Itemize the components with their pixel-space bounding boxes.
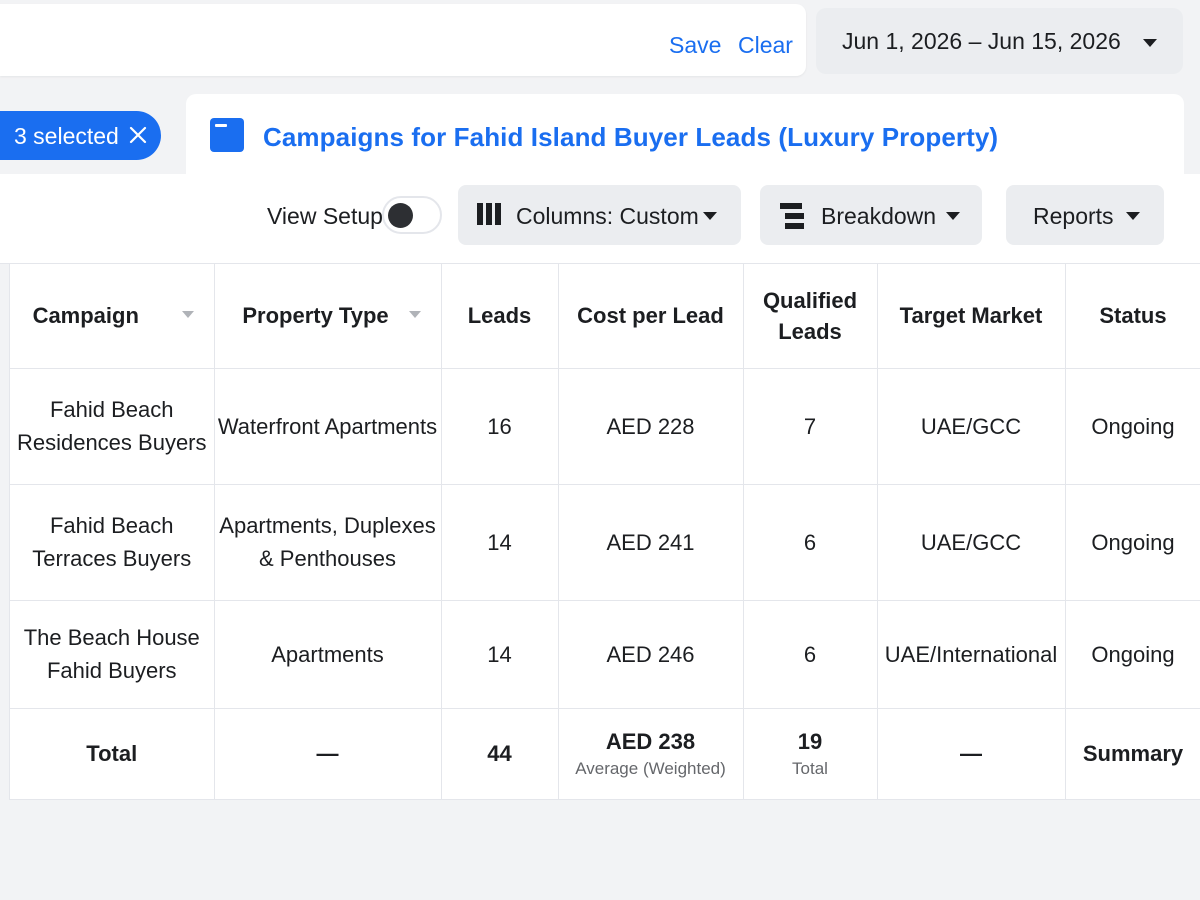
cell-campaign: The Beach House Fahid Buyers <box>10 600 215 709</box>
total-property-type: — <box>214 708 442 800</box>
table-header-row: Campaign Property Type Leads Cost per Le… <box>10 264 1200 369</box>
reports-button[interactable]: Reports <box>1006 185 1164 245</box>
column-header-cost-per-lead[interactable]: Cost per Lead <box>558 264 744 369</box>
cell-campaign: Fahid Beach Terraces Buyers <box>10 484 215 601</box>
chevron-down-icon <box>1126 212 1140 220</box>
column-header-label: Leads <box>778 318 842 344</box>
cell-status: Ongoing <box>1065 484 1200 601</box>
date-range-text: Jun 1, 2026 – Jun 15, 2026 <box>842 28 1121 54</box>
folder-icon <box>210 118 244 152</box>
cell-property-type: Waterfront Apartments <box>214 368 442 485</box>
column-header-property-type[interactable]: Property Type <box>214 264 442 369</box>
columns-icon <box>477 203 501 225</box>
view-setup-label: View Setup <box>267 203 383 229</box>
chevron-down-icon <box>703 212 717 220</box>
close-icon[interactable] <box>128 123 148 147</box>
cell-property-type: Apartments, Duplexes & Penthouses <box>214 484 442 601</box>
columns-label: Columns: Custom <box>516 203 699 229</box>
selection-pill[interactable]: 3 selected <box>0 111 161 160</box>
table-row[interactable]: The Beach House Fahid Buyers Apartments … <box>10 600 1200 709</box>
column-header-target-market[interactable]: Target Market <box>877 264 1066 369</box>
column-header-label: Campaign <box>32 303 139 329</box>
column-header-qualified-leads[interactable]: Qualified Leads <box>743 264 878 369</box>
cell-text: Apartments, Duplexes <box>219 513 436 538</box>
total-leads: 44 <box>441 708 559 800</box>
column-header-label: Target Market <box>899 303 1043 329</box>
date-range-picker[interactable]: Jun 1, 2026 – Jun 15, 2026 <box>816 8 1183 74</box>
toggle-knob <box>388 203 413 228</box>
table-row[interactable]: Fahid Beach Residences Buyers Waterfront… <box>10 368 1200 485</box>
column-header-campaign[interactable]: Campaign <box>10 264 215 369</box>
cell-cost-per-lead: AED 241 <box>558 484 744 601</box>
cell-text: Waterfront Apartments <box>217 413 438 439</box>
campaign-group-title[interactable]: Campaigns for Fahid Island Buyer Leads (… <box>263 122 998 153</box>
column-header-label: Cost per Lead <box>577 303 724 329</box>
column-header-label: Property Type <box>242 303 389 329</box>
cell-target-market: UAE/International <box>877 600 1066 709</box>
selection-count: 3 selected <box>14 123 119 149</box>
breakdown-label: Breakdown <box>821 203 937 229</box>
cell-qualified-leads: 7 <box>743 368 878 485</box>
clear-button[interactable]: Clear <box>738 32 793 59</box>
sort-caret-icon[interactable] <box>408 311 421 318</box>
top-toolbar: Save Clear <box>0 4 806 76</box>
columns-button[interactable]: Columns: Custom <box>458 185 741 245</box>
total-cost-value: AED 238 <box>605 728 696 754</box>
table-row[interactable]: Fahid Beach Terraces Buyers Apartments, … <box>10 484 1200 601</box>
total-cost-note: Average (Weighted) <box>575 758 726 778</box>
total-status: Summary <box>1065 708 1200 800</box>
sort-caret-icon[interactable] <box>182 311 194 318</box>
cell-property-type: Apartments <box>214 600 442 709</box>
total-cost-per-lead: AED 238 Average (Weighted) <box>558 708 744 800</box>
cell-target-market: UAE/GCC <box>877 484 1066 601</box>
total-qualified-leads: 19 Total <box>743 708 878 800</box>
cell-status: Ongoing <box>1065 600 1200 709</box>
campaign-group-header: Campaigns for Fahid Island Buyer Leads (… <box>186 94 1184 174</box>
cell-status: Ongoing <box>1065 368 1200 485</box>
cell-cost-per-lead: AED 228 <box>558 368 744 485</box>
cell-target-market: UAE/GCC <box>877 368 1066 485</box>
chevron-down-icon <box>1143 39 1157 47</box>
view-setup-toggle[interactable] <box>382 196 442 234</box>
table-total-row: Total — 44 AED 238 Average (Weighted) 19… <box>10 708 1200 800</box>
column-header-status[interactable]: Status <box>1065 264 1200 369</box>
reports-label: Reports <box>1033 203 1114 229</box>
total-qualified-value: 19 <box>797 728 823 754</box>
save-button[interactable]: Save <box>669 32 721 59</box>
cell-text: Fahid Buyers <box>46 658 177 683</box>
cell-cost-per-lead: AED 246 <box>558 600 744 709</box>
cell-leads: 14 <box>441 484 559 601</box>
column-header-label: Qualified <box>762 287 858 313</box>
cell-text: Terraces Buyers <box>32 546 192 571</box>
cell-text: The Beach House <box>23 625 200 650</box>
breakdown-button[interactable]: Breakdown <box>760 185 982 245</box>
column-header-label: Leads <box>467 303 532 329</box>
campaign-data-table: Campaign Property Type Leads Cost per Le… <box>10 264 1200 800</box>
cell-leads: 14 <box>441 600 559 709</box>
cell-text: Fahid Beach <box>49 513 174 538</box>
table-controls: View Setup Columns: Custom Breakdown Rep… <box>0 174 1200 264</box>
cell-qualified-leads: 6 <box>743 600 878 709</box>
total-target-market: — <box>877 708 1066 800</box>
chevron-down-icon <box>946 212 960 220</box>
column-header-label: Status <box>1099 303 1167 329</box>
cell-leads: 16 <box>441 368 559 485</box>
cell-qualified-leads: 6 <box>743 484 878 601</box>
cell-campaign: Fahid Beach Residences Buyers <box>10 368 215 485</box>
campaign-table: Campaign Property Type Leads Cost per Le… <box>9 264 1200 800</box>
total-qualified-note: Total <box>792 758 828 778</box>
cell-text: Apartments <box>271 641 384 667</box>
breakdown-icon <box>780 203 804 229</box>
cell-text: Residences Buyers <box>16 430 207 455</box>
column-header-leads[interactable]: Leads <box>441 264 559 369</box>
cell-text: & Penthouses <box>259 546 396 571</box>
total-label: Total <box>10 708 215 800</box>
cell-text: Fahid Beach <box>49 397 174 422</box>
